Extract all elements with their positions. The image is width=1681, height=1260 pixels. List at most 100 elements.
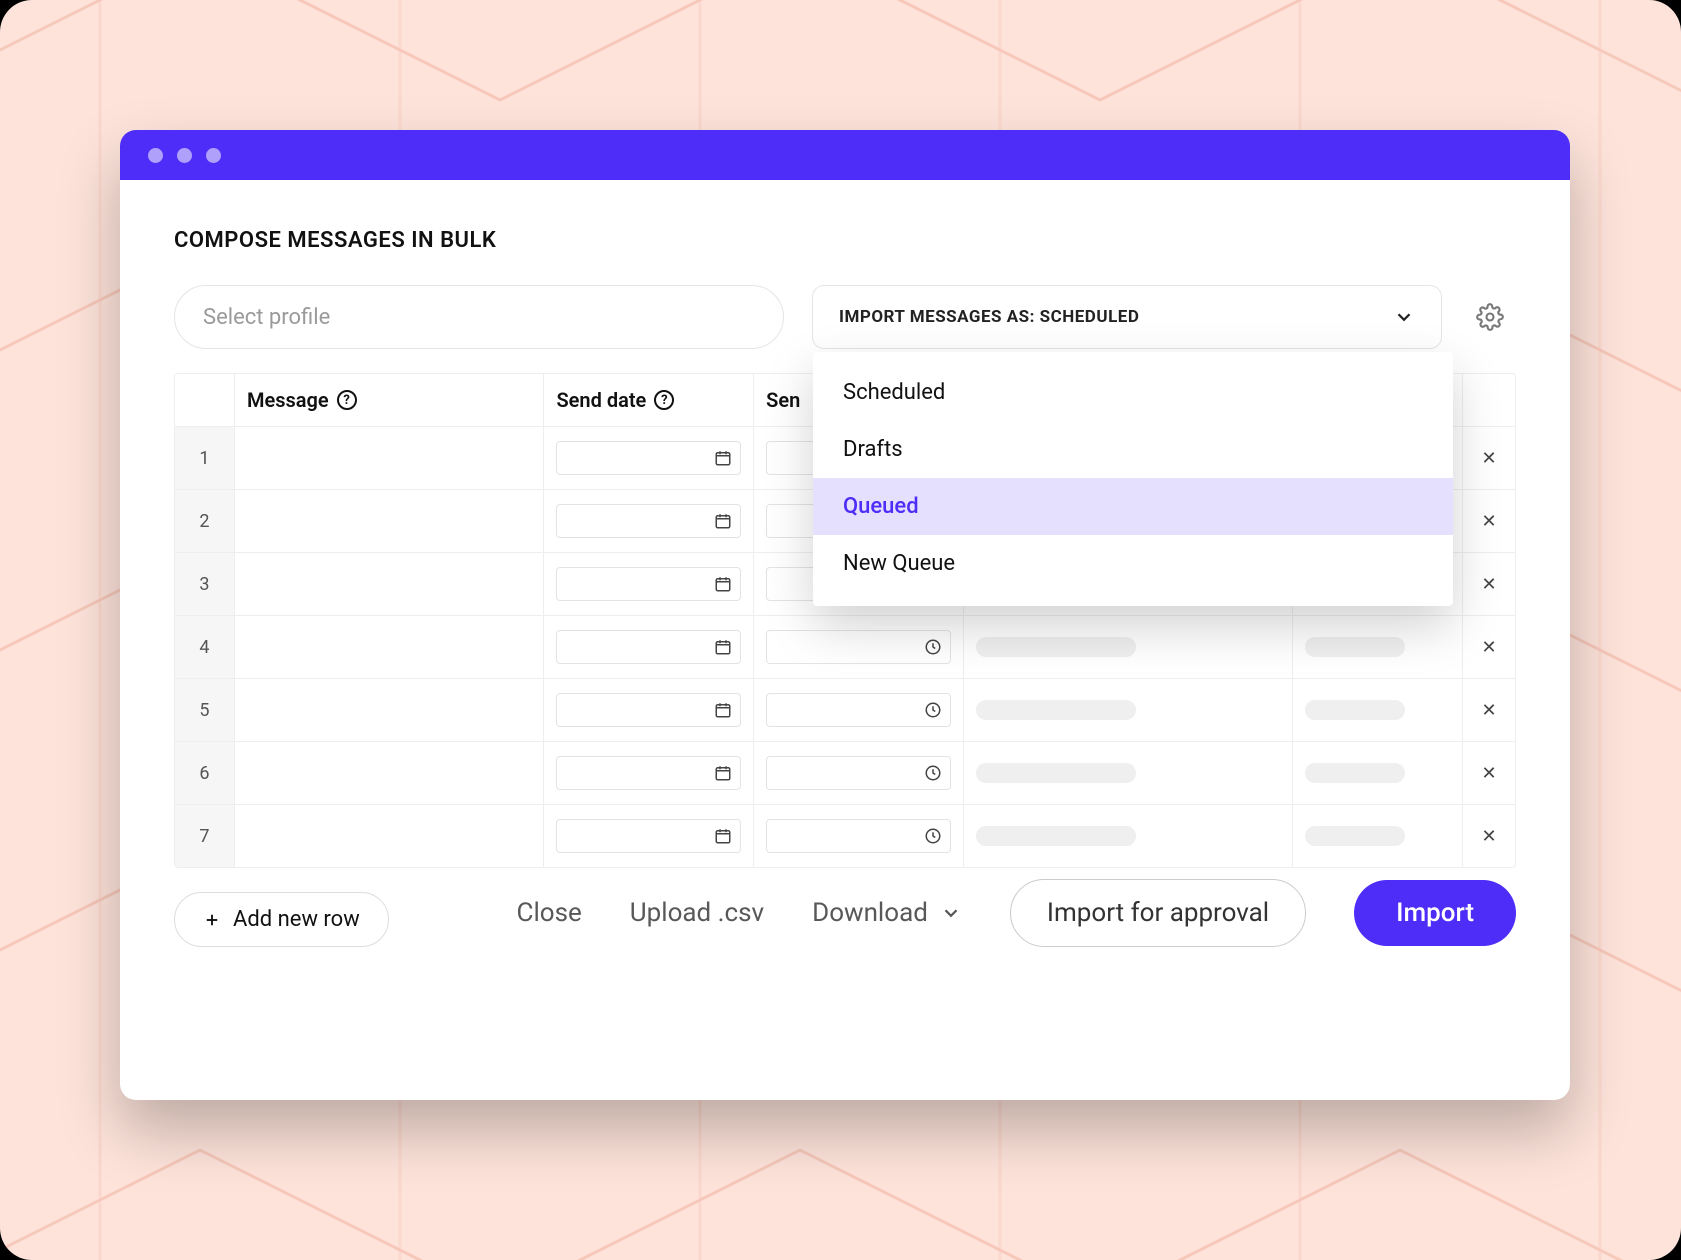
date-input[interactable] <box>556 630 741 664</box>
import-as-label: IMPORT MESSAGES AS: SCHEDULED <box>839 307 1139 327</box>
send-time-cell <box>754 679 964 741</box>
select-profile-input[interactable]: Select profile <box>174 285 784 349</box>
dropdown-item-queued[interactable]: Queued <box>813 478 1453 535</box>
modal-footer: Close Upload .csv Download Import for ap… <box>174 879 1516 947</box>
close-icon: ✕ <box>1481 574 1496 595</box>
send-date-cell <box>544 553 754 615</box>
message-cell[interactable] <box>235 427 545 489</box>
controls-row: Select profile IMPORT MESSAGES AS: SCHED… <box>174 285 1516 349</box>
placeholder-skeleton <box>976 637 1136 657</box>
import-button[interactable]: Import <box>1354 880 1516 946</box>
clock-icon <box>924 638 942 656</box>
message-cell[interactable] <box>235 679 545 741</box>
app-frame: COMPOSE MESSAGES IN BULK Select profile … <box>0 0 1681 1260</box>
delete-row-button[interactable]: ✕ <box>1463 616 1515 678</box>
row-number: 4 <box>175 616 235 678</box>
send-date-cell <box>544 427 754 489</box>
placeholder-skeleton <box>1305 826 1405 846</box>
send-date-cell <box>544 679 754 741</box>
placeholder-skeleton <box>976 826 1136 846</box>
row-number: 1 <box>175 427 235 489</box>
send-date-cell <box>544 805 754 867</box>
download-button[interactable]: Download <box>812 898 962 928</box>
delete-row-button[interactable]: ✕ <box>1463 742 1515 804</box>
placeholder-skeleton <box>1305 700 1405 720</box>
close-icon: ✕ <box>1481 826 1496 847</box>
header-delete <box>1463 374 1515 426</box>
date-input[interactable] <box>556 567 741 601</box>
extra-cell-1 <box>964 805 1293 867</box>
send-time-cell <box>754 616 964 678</box>
modal-content: COMPOSE MESSAGES IN BULK Select profile … <box>120 180 1570 987</box>
delete-row-button[interactable]: ✕ <box>1463 553 1515 615</box>
delete-row-button[interactable]: ✕ <box>1463 679 1515 741</box>
message-cell[interactable] <box>235 805 545 867</box>
row-number: 3 <box>175 553 235 615</box>
upload-csv-button[interactable]: Upload .csv <box>630 898 764 928</box>
dropdown-item-drafts[interactable]: Drafts <box>813 421 1453 478</box>
placeholder-skeleton <box>1305 637 1405 657</box>
send-date-cell <box>544 616 754 678</box>
select-profile-placeholder: Select profile <box>203 305 330 330</box>
extra-cell-2 <box>1293 805 1463 867</box>
placeholder-skeleton <box>976 763 1136 783</box>
time-input[interactable] <box>766 630 951 664</box>
close-icon: ✕ <box>1481 511 1496 532</box>
header-message: Message ? <box>235 374 545 426</box>
help-icon[interactable]: ? <box>337 390 357 410</box>
date-input[interactable] <box>556 693 741 727</box>
dropdown-item-new-queue[interactable]: New Queue <box>813 535 1453 592</box>
placeholder-skeleton <box>1305 763 1405 783</box>
message-cell[interactable] <box>235 616 545 678</box>
message-cell[interactable] <box>235 490 545 552</box>
row-number: 5 <box>175 679 235 741</box>
message-cell[interactable] <box>235 553 545 615</box>
date-input[interactable] <box>556 756 741 790</box>
calendar-icon <box>714 701 732 719</box>
table-row: 6✕ <box>175 742 1515 805</box>
import-as-dropdown[interactable]: IMPORT MESSAGES AS: SCHEDULED Scheduled … <box>812 285 1442 349</box>
send-time-cell <box>754 742 964 804</box>
send-time-cell <box>754 805 964 867</box>
chevron-down-icon <box>1393 306 1415 328</box>
send-date-cell <box>544 742 754 804</box>
time-input[interactable] <box>766 819 951 853</box>
close-button[interactable]: Close <box>517 898 582 928</box>
window-control-close[interactable] <box>148 148 163 163</box>
window-control-maximize[interactable] <box>206 148 221 163</box>
placeholder-skeleton <box>976 700 1136 720</box>
row-number: 7 <box>175 805 235 867</box>
extra-cell-2 <box>1293 679 1463 741</box>
close-icon: ✕ <box>1481 763 1496 784</box>
import-as-menu: Scheduled Drafts Queued New Queue <box>813 352 1453 606</box>
message-cell[interactable] <box>235 742 545 804</box>
delete-row-button[interactable]: ✕ <box>1463 490 1515 552</box>
extra-cell-1 <box>964 679 1293 741</box>
calendar-icon <box>714 827 732 845</box>
table-row: 7✕ <box>175 805 1515 867</box>
close-icon: ✕ <box>1481 448 1496 469</box>
settings-button[interactable] <box>1470 297 1510 337</box>
date-input[interactable] <box>556 504 741 538</box>
dropdown-item-scheduled[interactable]: Scheduled <box>813 364 1453 421</box>
help-icon[interactable]: ? <box>654 390 674 410</box>
time-input[interactable] <box>766 693 951 727</box>
window-control-minimize[interactable] <box>177 148 192 163</box>
delete-row-button[interactable]: ✕ <box>1463 805 1515 867</box>
date-input[interactable] <box>556 819 741 853</box>
extra-cell-2 <box>1293 616 1463 678</box>
header-send-date: Send date ? <box>544 374 754 426</box>
delete-row-button[interactable]: ✕ <box>1463 427 1515 489</box>
time-input[interactable] <box>766 756 951 790</box>
import-for-approval-button[interactable]: Import for approval <box>1010 879 1306 947</box>
extra-cell-2 <box>1293 742 1463 804</box>
modal-window: COMPOSE MESSAGES IN BULK Select profile … <box>120 130 1570 1100</box>
send-date-cell <box>544 490 754 552</box>
calendar-icon <box>714 449 732 467</box>
calendar-icon <box>714 512 732 530</box>
table-row: 4✕ <box>175 616 1515 679</box>
date-input[interactable] <box>556 441 741 475</box>
calendar-icon <box>714 638 732 656</box>
chevron-down-icon <box>940 902 962 924</box>
calendar-icon <box>714 575 732 593</box>
